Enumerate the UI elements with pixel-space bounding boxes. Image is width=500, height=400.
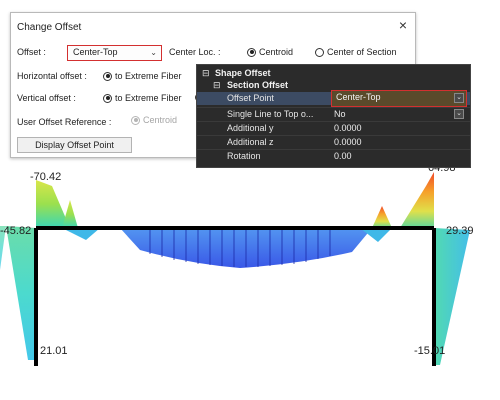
label-bottom-right: -15.01 <box>414 345 445 357</box>
dialog-title: Change Offset <box>17 22 82 33</box>
vertical-offset-label: Vertical offset : <box>17 93 76 103</box>
chevron-down-icon[interactable]: ⌄ <box>454 109 464 119</box>
left-column-moment <box>6 226 36 360</box>
collapse-icon[interactable]: ⊟ <box>213 79 221 91</box>
center-loc-centroid-label: Centroid <box>259 47 294 57</box>
offset-select-value: Center-Top <box>73 47 118 57</box>
display-offset-point-button[interactable]: Display Offset Point <box>17 137 132 153</box>
offset-label: Offset : <box>17 47 46 57</box>
property-value: 0.0000 <box>334 123 362 133</box>
property-row-single-line[interactable]: Single Line to Top o... No <box>197 108 470 120</box>
user-offset-reference-radio: Centroid <box>131 115 177 125</box>
group-shape-offset[interactable]: ⊟ Shape Offset <box>197 67 470 79</box>
label-top-left: -70.42 <box>30 171 61 183</box>
offset-point-select[interactable]: Center-Top ⌄ <box>331 90 467 107</box>
radio-unselected-icon <box>315 47 324 57</box>
label-right: 29.39 <box>446 225 474 237</box>
label-left: -45.82 <box>0 225 31 237</box>
property-name: Rotation <box>227 151 261 161</box>
radio-disabled-icon <box>131 115 140 125</box>
property-row-rotation[interactable]: Rotation 0.00 <box>197 150 470 162</box>
user-offset-reference-value: Centroid <box>143 115 178 125</box>
center-loc-section-label: Center of Section <box>327 47 397 57</box>
center-loc-section-radio[interactable]: Center of Section <box>315 47 397 57</box>
chevron-down-icon[interactable]: ⌄ <box>454 93 464 103</box>
vertical-offset-radio[interactable]: to Extreme Fiber <box>103 93 182 103</box>
user-offset-reference-label: User Offset Reference : <box>17 117 112 127</box>
radio-selected-icon <box>103 93 112 103</box>
property-value: No <box>334 109 346 119</box>
property-row-additional-y[interactable]: Additional y 0.0000 <box>197 122 470 134</box>
close-icon[interactable]: × <box>399 17 407 33</box>
right-top-peak <box>400 172 434 228</box>
label-bottom-left: 21.01 <box>40 345 68 357</box>
offset-select[interactable]: Center-Top ⌄ <box>67 45 162 61</box>
moment-diagram: -70.42 64.98 -45.82 29.39 21.01 -15.01 <box>0 162 474 366</box>
collapse-icon[interactable]: ⊟ <box>202 67 210 79</box>
shape-offset-panel: ⊟ Shape Offset ⊟ Section Offset Offset P… <box>196 64 471 168</box>
group-section-offset-label: Section Offset <box>227 80 289 90</box>
right-top-peak-2 <box>372 206 392 228</box>
radio-selected-icon <box>103 71 112 81</box>
property-name: Additional z <box>227 137 274 147</box>
property-value: 0.0000 <box>334 137 362 147</box>
left-top-peak-2 <box>62 200 78 228</box>
chevron-down-icon: ⌄ <box>150 48 157 57</box>
beam-moment <box>78 228 372 268</box>
offset-point-value: Center-Top <box>336 92 381 102</box>
horizontal-offset-label: Horizontal offset : <box>17 71 87 81</box>
property-row-additional-z[interactable]: Additional z 0.0000 <box>197 136 470 148</box>
center-loc-label: Center Loc. : <box>169 47 221 57</box>
horizontal-offset-value: to Extreme Fiber <box>115 71 182 81</box>
property-name: Additional y <box>227 123 274 133</box>
vertical-offset-value: to Extreme Fiber <box>115 93 182 103</box>
horizontal-offset-radio[interactable]: to Extreme Fiber <box>103 71 182 81</box>
property-name: Offset Point <box>227 93 274 103</box>
radio-selected-icon <box>247 47 256 57</box>
property-name: Single Line to Top o... <box>227 109 314 119</box>
property-value: 0.00 <box>334 151 352 161</box>
center-loc-centroid-radio[interactable]: Centroid <box>247 47 293 57</box>
group-shape-offset-label: Shape Offset <box>215 68 271 78</box>
